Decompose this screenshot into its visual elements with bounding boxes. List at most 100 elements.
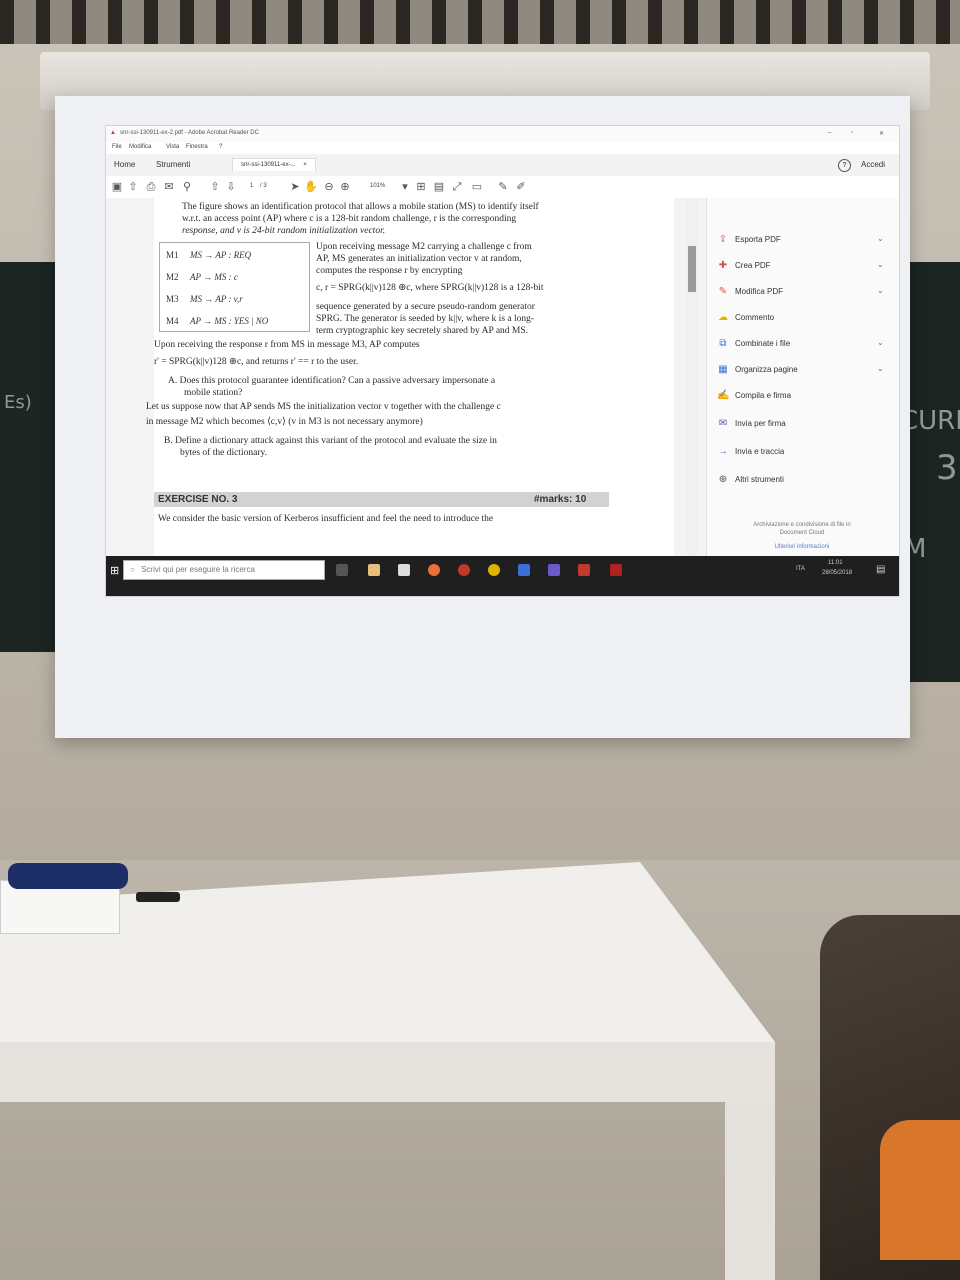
menu-bar: File Modifica Vista Finestra ? [106,142,899,154]
firefox-icon[interactable] [428,564,440,576]
email-icon[interactable]: ✉ [162,180,176,194]
windows-taskbar: ⊞ ○ Scrivi qui per eseguire la ricerca I… [106,556,899,596]
upon-line-2: r' = SPRG(k||v)128 ⊕c, and returns r' ==… [154,357,359,367]
clock-date[interactable]: 28/05/2018 [822,570,852,576]
store-icon[interactable] [398,564,410,576]
menu-help[interactable]: ? [219,144,222,150]
acrobat-taskbar-icon[interactable] [610,564,622,576]
acrobat-logo-icon: ▲ [110,130,116,136]
export-pdf-icon: ⇪ [718,234,728,245]
mail-icon[interactable] [578,564,590,576]
description-line-6: SPRG. The generator is seeded by k||v, w… [316,314,535,324]
chevron-down-icon[interactable]: ⌄ [877,338,884,347]
document-area: The figure shows an identification proto… [106,198,706,556]
question-b-line-2: bytes of the dictionary. [180,448,267,458]
tab-close-icon[interactable]: × [303,162,307,168]
cloud-more-info-link[interactable]: Ulteriori informazioni [727,544,877,550]
document-scrollbar[interactable] [686,198,698,556]
window-title: snr-ssi-130911-ex-2.pdf - Adobe Acrobat … [120,130,259,136]
chevron-down-icon[interactable]: ⌄ [877,234,884,243]
tab-home[interactable]: Home [114,160,135,169]
tab-document[interactable]: snr-ssi-130911-ex-... × [232,158,316,171]
panel-item-altri-strumenti[interactable]: ⊕ Altri strumenti [717,474,784,485]
task-view-icon[interactable] [336,564,348,576]
page-number-current[interactable]: 1 [250,183,253,189]
taskbar-search-box[interactable]: ○ Scrivi qui per eseguire la ricerca [123,560,325,580]
windows-start-icon[interactable]: ⊞ [110,564,119,577]
suppose-line-2: in message M2 which becomes ⟨c,v⟩ (v in … [146,417,423,427]
panel-item-compila-firma[interactable]: ✍ Compila e firma [717,390,791,401]
description-line-5: sequence generated by a secure pseudo-ra… [316,302,535,312]
message-flow: MS → AP : v,r [190,294,243,304]
panel-item-label: Invia e traccia [735,447,785,456]
notification-icon[interactable]: ▤ [876,564,885,575]
signin-link[interactable]: Accedi [861,160,885,169]
panel-item-label: Combinate i file [735,339,791,348]
app-icon-purple[interactable] [548,564,560,576]
panel-item-organizza-pagine[interactable]: ▦ Organizza pagine [717,364,798,375]
message-id: M4 [166,316,179,326]
panel-item-label: Modifica PDF [735,287,784,296]
highlight-icon[interactable]: ✐ [514,180,528,194]
exercise-text: We consider the basic version of Kerbero… [158,514,494,524]
search-icon[interactable]: ⚲ [180,180,194,194]
menu-finestra[interactable]: Finestra [186,144,208,150]
menu-modifica[interactable]: Modifica [129,144,151,150]
language-indicator[interactable]: ITA [796,566,805,572]
tab-tools[interactable]: Strumenti [156,160,190,169]
hand-tool-icon[interactable]: ✋ [304,180,318,194]
page-down-icon[interactable]: ⇩ [224,180,238,194]
menu-vista[interactable]: Vista [166,144,179,150]
app-icon-blue[interactable] [518,564,530,576]
select-cursor-icon[interactable]: ➤ [288,180,302,194]
panel-item-invia-per-firma[interactable]: ✉ Invia per firma [717,418,786,429]
zoom-level[interactable]: 101% [370,183,385,189]
close-button[interactable]: ✕ [879,130,884,137]
panel-item-commento[interactable]: ☁ Commento [717,312,774,323]
message-flow: AP → MS : c [190,272,238,282]
minimize-button[interactable]: – [828,130,831,136]
panel-item-label: Organizza pagine [735,365,798,374]
scroll-mode-icon[interactable]: ▤ [432,180,446,194]
panel-item-esporta-pdf[interactable]: ⇪ Esporta PDF [717,234,781,245]
fullscreen-icon[interactable]: ⤢ [450,180,464,194]
title-bar: ▲ snr-ssi-130911-ex-2.pdf - Adobe Acroba… [106,126,899,142]
fit-page-icon[interactable]: ⊞ [414,180,428,194]
panel-item-combinate-file[interactable]: ⧉ Combinate i file [717,338,790,349]
comment-icon[interactable]: ✎ [496,180,510,194]
cloud-promo-line-1: Archiviazione e condivisione di file in [753,522,851,528]
upload-icon[interactable]: ⇧ [126,180,140,194]
panel-item-modifica-pdf[interactable]: ✎ Modifica PDF [717,286,783,297]
chevron-down-icon[interactable]: ⌄ [877,260,884,269]
clock-time[interactable]: 11:01 [828,560,843,566]
page-up-icon[interactable]: ⇧ [208,180,222,194]
maximize-button[interactable]: ▫ [851,130,853,136]
send-for-signature-icon: ✉ [718,418,728,429]
panel-item-crea-pdf[interactable]: ✚ Crea PDF [717,260,771,271]
panel-item-label: Compila e firma [735,391,792,400]
panel-item-invia-traccia[interactable]: → Invia e traccia [717,446,784,457]
save-icon[interactable]: ▣ [110,180,124,194]
app-icon-red[interactable] [458,564,470,576]
help-icon[interactable]: ? [838,159,851,172]
chevron-down-icon[interactable]: ⌄ [877,364,884,373]
panel-item-label: Invia per firma [735,419,786,428]
file-explorer-icon[interactable] [368,564,380,576]
menu-file[interactable]: File [112,144,122,150]
zoom-out-icon[interactable]: ⊖ [322,180,336,194]
chevron-down-icon[interactable]: ▾ [398,180,412,194]
fill-sign-icon: ✍ [717,390,730,401]
scrollbar-thumb[interactable] [688,246,696,292]
acrobat-window: ▲ snr-ssi-130911-ex-2.pdf - Adobe Acroba… [105,125,900,597]
panel-item-label: Crea PDF [735,261,771,270]
zoom-in-icon[interactable]: ⊕ [338,180,352,194]
panel-item-label: Esporta PDF [735,235,781,244]
description-line-1: Upon receiving message M2 carrying a cha… [316,242,532,252]
intro-line-2: w.r.t. an access point (AP) where c is a… [182,214,517,224]
chrome-icon[interactable] [488,564,500,576]
read-mode-icon[interactable]: ▭ [470,180,484,194]
chevron-down-icon[interactable]: ⌄ [877,286,884,295]
chalk-writing-left: Es) [4,392,32,413]
print-icon[interactable]: ⎙ [144,180,158,194]
question-a-line-2: mobile station? [184,388,243,398]
